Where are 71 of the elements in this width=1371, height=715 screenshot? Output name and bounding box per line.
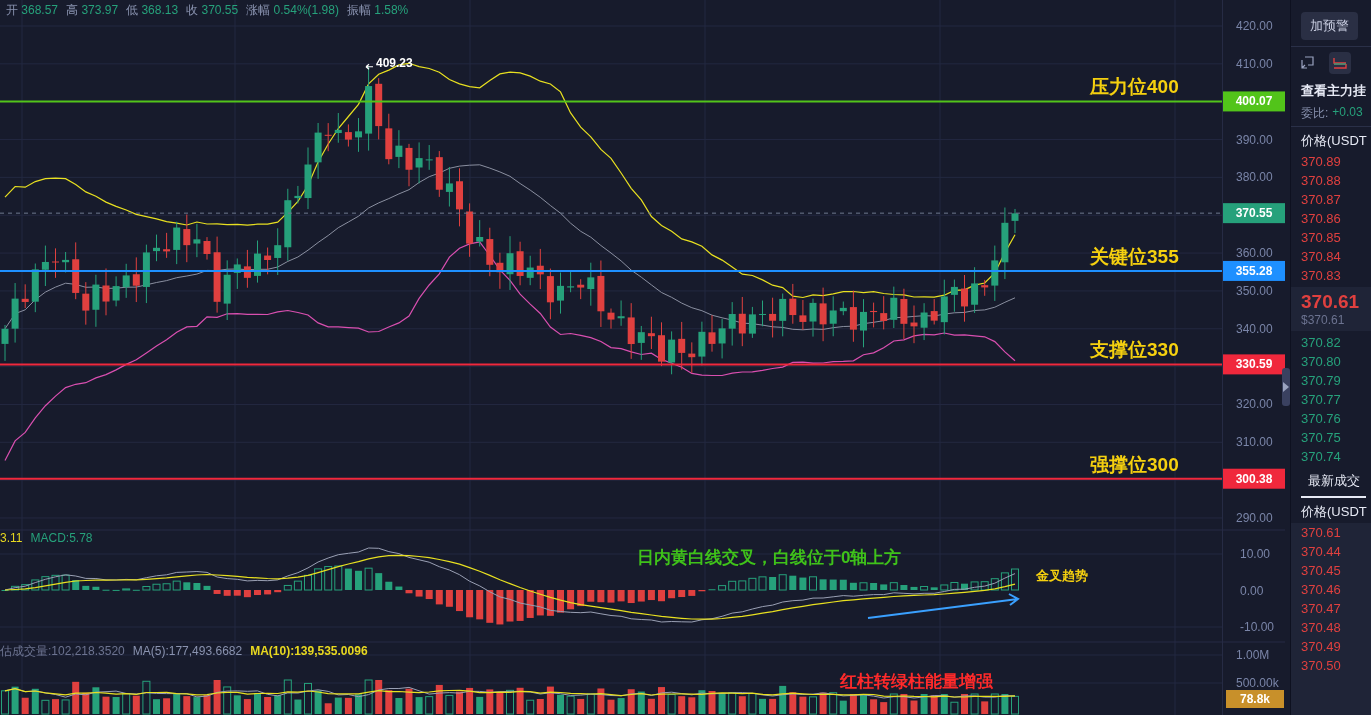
trade-price: 370.46 bbox=[1300, 581, 1342, 599]
annotation-text: 红柱转绿柱能量增强 bbox=[840, 672, 993, 691]
ohlc-stat: 低 368.13 bbox=[126, 3, 179, 17]
bid-price: 370.77 bbox=[1300, 391, 1342, 409]
volume-legend-value: 估成交量:102,218.3520 bbox=[0, 644, 125, 658]
price-level-label: 关键位355 bbox=[1090, 245, 1179, 267]
trades-tab[interactable]: 最新成交 bbox=[1301, 472, 1366, 498]
bid-price: 370.76 bbox=[1300, 410, 1342, 428]
ohlc-stat: 收 370.55 bbox=[186, 3, 239, 17]
trade-price: 370.50 bbox=[1300, 657, 1342, 675]
trade-price: 370.48 bbox=[1300, 619, 1342, 637]
price-axis-label: 350.00 bbox=[1236, 283, 1273, 298]
last-price-value: 370.55 bbox=[1235, 206, 1273, 221]
bid-price: 370.82 bbox=[1300, 334, 1342, 352]
alert-button[interactable]: 加预警 bbox=[1301, 12, 1358, 40]
ask-price: 370.88 bbox=[1300, 172, 1342, 190]
ohlc-stat: 振幅 1.58% bbox=[346, 3, 409, 17]
annotation-text: 金叉趋势 bbox=[1036, 568, 1088, 583]
trade-price: 370.44 bbox=[1300, 543, 1342, 561]
volume-axis-label: 1.00M bbox=[1236, 648, 1270, 662]
price-tag-value: 330.59 bbox=[1235, 357, 1273, 372]
bid-price: 370.80 bbox=[1300, 353, 1342, 371]
ask-price: 370.85 bbox=[1300, 229, 1342, 247]
price-axis-label: 310.00 bbox=[1236, 435, 1273, 450]
price-axis-label: 410.00 bbox=[1236, 56, 1273, 71]
price-tag-value: 355.28 bbox=[1235, 263, 1273, 278]
macd-axis-label: -10.00 bbox=[1240, 620, 1275, 634]
ohlc-stat: 开 368.57 bbox=[6, 3, 59, 17]
price-tag-value: 300.38 bbox=[1235, 471, 1273, 486]
last-price-usd: $370.61 bbox=[1301, 313, 1346, 327]
price-axis-label: 290.00 bbox=[1236, 511, 1273, 525]
ohlc-stat: 涨幅 0.54%(1.98) bbox=[246, 3, 339, 17]
price-level-label: 支撑位330 bbox=[1090, 339, 1179, 361]
price-axis-label: 380.00 bbox=[1236, 170, 1273, 185]
last-price: 370.61 bbox=[1301, 291, 1361, 313]
macd-axis-label: 10.00 bbox=[1240, 547, 1271, 561]
price-axis-label: 340.00 bbox=[1236, 321, 1273, 336]
macd-axis-label: 0.00 bbox=[1240, 583, 1264, 598]
price-axis-label: 420.00 bbox=[1236, 19, 1273, 33]
bid-price: 370.79 bbox=[1300, 372, 1342, 390]
volume-tag-value: 78.8k bbox=[1240, 692, 1270, 706]
annotation-text: 日内黄白线交叉，白线位于0轴上方 bbox=[637, 548, 902, 567]
ask-price: 370.84 bbox=[1300, 248, 1342, 266]
ratio-label: 委比: bbox=[1301, 105, 1329, 122]
ask-price: 370.86 bbox=[1300, 210, 1342, 228]
macd-legend-value: 3.11 bbox=[0, 531, 23, 545]
ratio-value: +0.03 bbox=[1332, 105, 1363, 121]
price-column-header: 价格(USDT bbox=[1291, 126, 1371, 152]
bid-price: 370.75 bbox=[1300, 429, 1342, 447]
price-level-label: 压力位400 bbox=[1090, 76, 1179, 98]
volume-legend-value: MA(10):139,535.0096 bbox=[250, 644, 368, 658]
trade-price: 370.45 bbox=[1300, 562, 1342, 580]
ask-price: 370.89 bbox=[1300, 153, 1342, 171]
ohlc-stat: 高 373.97 bbox=[66, 3, 119, 17]
macd-legend-value: MACD:5.78 bbox=[30, 531, 93, 545]
ask-price: 370.83 bbox=[1300, 267, 1342, 285]
price-axis-label: 320.00 bbox=[1236, 397, 1273, 412]
volume-legend-value: MA(5):177,493.6682 bbox=[132, 644, 243, 658]
price-tag-value: 400.07 bbox=[1235, 94, 1273, 109]
price-level-label: 强撑位300 bbox=[1090, 453, 1179, 475]
price-axis-label: 390.00 bbox=[1236, 132, 1273, 147]
volume-axis-label: 500.00k bbox=[1236, 676, 1279, 690]
price-axis-label: 360.00 bbox=[1236, 246, 1273, 261]
bid-price: 370.74 bbox=[1300, 448, 1342, 466]
trade-price: 370.49 bbox=[1300, 638, 1342, 656]
main-orders-link[interactable]: 查看主力挂 bbox=[1291, 76, 1371, 100]
trade-price: 370.61 bbox=[1300, 524, 1342, 542]
high-price-marker: 409.23 bbox=[376, 55, 413, 70]
ask-price: 370.87 bbox=[1300, 191, 1342, 209]
trade-price: 370.47 bbox=[1300, 600, 1342, 618]
trades-price-header: 价格(USDT bbox=[1300, 503, 1368, 521]
